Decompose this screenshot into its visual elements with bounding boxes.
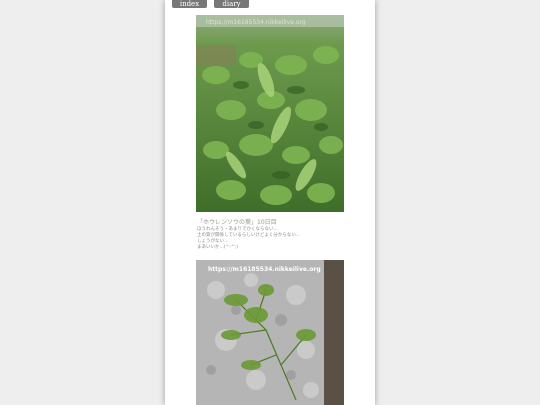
spinach-leaves-photo: https://m16185534.nikkeilive.org — [196, 15, 344, 212]
carrot-leaves-photo: https://m16185534.nikkeilive.org — [196, 260, 344, 405]
caption-title: 「ホウレンソウの葉」10日目 — [197, 219, 277, 226]
carrot-leaves-image: https://m16185534.nikkeilive.org — [196, 260, 344, 405]
photo-watermark: https://m16185534.nikkeilive.org — [208, 266, 321, 273]
spinach-leaves-image: https://m16185534.nikkeilive.org — [196, 15, 344, 212]
caption-line: まあいいか...(^-^;) — [197, 245, 238, 250]
index-button[interactable]: index — [172, 0, 207, 8]
diary-index-button[interactable]: diary index — [214, 0, 249, 16]
photo-watermark: https://m16185534.nikkeilive.org — [206, 19, 306, 26]
